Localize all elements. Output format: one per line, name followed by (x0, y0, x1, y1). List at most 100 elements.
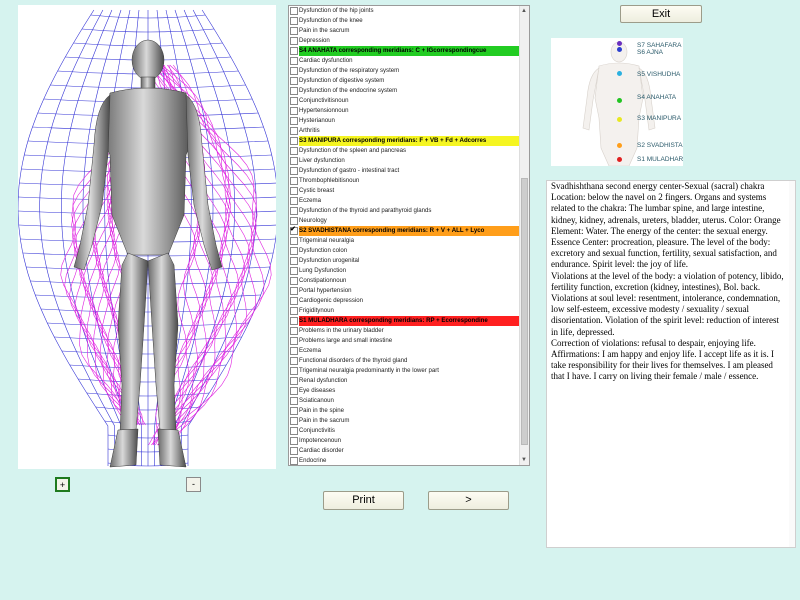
exit-button[interactable]: Exit (620, 5, 702, 23)
scroll-down-arrow-icon[interactable]: ▼ (521, 457, 527, 463)
condition-item[interactable]: Liver dysfunction (289, 156, 520, 166)
condition-item[interactable]: Constipationnoun (289, 276, 520, 286)
zoom-in-button[interactable]: + (55, 477, 70, 492)
condition-checkbox[interactable] (290, 337, 298, 345)
condition-checkbox[interactable] (290, 397, 298, 405)
condition-item[interactable]: Pain in the sacrum (289, 416, 520, 426)
condition-item[interactable]: Cardiac dysfunction (289, 56, 520, 66)
condition-checkbox[interactable] (290, 317, 298, 325)
chakra-group-header[interactable]: S4 ANAHATA corresponding meridians: C + … (289, 46, 520, 56)
condition-checkbox[interactable] (290, 137, 298, 145)
condition-checkbox[interactable] (290, 327, 298, 335)
condition-item[interactable]: Eczema (289, 196, 520, 206)
condition-item[interactable]: Dysfunction of the respiratory system (289, 66, 520, 76)
condition-checkbox[interactable] (290, 187, 298, 195)
condition-item[interactable]: Hypertensionnoun (289, 106, 520, 116)
description-scrollbar[interactable] (789, 181, 795, 547)
condition-item[interactable]: Neurology (289, 216, 520, 226)
condition-checkbox[interactable] (290, 207, 298, 215)
chakra-group-header[interactable]: S1 MULADHARA corresponding meridians: RP… (289, 316, 520, 326)
condition-checkbox[interactable] (290, 107, 298, 115)
condition-item[interactable]: Pain in the spine (289, 406, 520, 416)
condition-item[interactable]: Dysfunction of the endocrine system (289, 86, 520, 96)
condition-item[interactable]: Cardiogenic depression (289, 296, 520, 306)
condition-item[interactable]: Trigeminal neuralgia (289, 236, 520, 246)
condition-item[interactable]: Dysfunction urogenital (289, 256, 520, 266)
condition-checkbox[interactable] (290, 347, 298, 355)
condition-checkbox[interactable] (290, 157, 298, 165)
print-button[interactable]: Print (323, 491, 404, 510)
condition-checkbox[interactable] (290, 217, 298, 225)
condition-checkbox[interactable] (290, 357, 298, 365)
condition-item[interactable]: Dysfunction of digestive system (289, 76, 520, 86)
condition-item[interactable]: Dysfunction of the thyroid and parathyro… (289, 206, 520, 216)
condition-item[interactable]: Pain in the sacrum (289, 26, 520, 36)
condition-item[interactable]: Cystic breast (289, 186, 520, 196)
condition-item[interactable]: Conjunctivitis (289, 426, 520, 436)
condition-item[interactable]: Portal hypertension (289, 286, 520, 296)
condition-checkbox[interactable] (290, 197, 298, 205)
condition-checkbox[interactable] (290, 37, 298, 45)
condition-checkbox[interactable] (290, 417, 298, 425)
condition-item[interactable]: Endocrine (289, 456, 520, 465)
condition-checkbox[interactable] (290, 287, 298, 295)
chakra-description-box[interactable]: Svadhishthana second energy center-Sexua… (546, 180, 796, 548)
condition-checkbox[interactable] (290, 407, 298, 415)
condition-item[interactable]: Dysfunction of the spleen and pancreas (289, 146, 520, 156)
chakra-group-header[interactable]: S3 MANIPURA corresponding meridians: F +… (289, 136, 520, 146)
chakra-group-header[interactable]: S2 SVADHISTANA corresponding meridians: … (289, 225, 520, 236)
condition-checkbox[interactable] (290, 17, 298, 25)
condition-checkbox[interactable] (290, 427, 298, 435)
condition-checkbox[interactable] (290, 7, 298, 15)
next-button[interactable]: > (428, 491, 509, 510)
body-figure-view[interactable] (18, 5, 276, 469)
condition-item[interactable]: Dysfunction of the hip joints (289, 6, 520, 16)
condition-checkbox[interactable] (290, 377, 298, 385)
zoom-out-button[interactable]: - (186, 477, 201, 492)
condition-item[interactable]: Dysfunction of the knee (289, 16, 520, 26)
condition-checkbox[interactable] (290, 367, 298, 375)
condition-item[interactable]: Cardiac disorder (289, 446, 520, 456)
condition-checkbox[interactable] (290, 237, 298, 245)
condition-item[interactable]: Eye diseases (289, 386, 520, 396)
condition-item[interactable]: Dysfunction colon (289, 246, 520, 256)
condition-checkbox[interactable] (290, 387, 298, 395)
condition-checkbox[interactable] (290, 447, 298, 455)
condition-checkbox[interactable] (290, 117, 298, 125)
scroll-thumb[interactable] (521, 178, 528, 445)
condition-checkbox[interactable] (290, 57, 298, 65)
checklist-scrollbar[interactable]: ▲ ▼ (519, 6, 529, 465)
condition-item[interactable]: Trigeminal neuralgia predominantly in th… (289, 366, 520, 376)
condition-item[interactable]: Arthritis (289, 126, 520, 136)
condition-checkbox[interactable] (290, 77, 298, 85)
condition-checkbox[interactable] (290, 47, 298, 55)
condition-item[interactable]: Conjunctivitisnoun (289, 96, 520, 106)
condition-checkbox[interactable] (290, 147, 298, 155)
condition-item[interactable]: Dysfunction of gastro - intestinal tract (289, 166, 520, 176)
condition-checkbox[interactable] (290, 247, 298, 255)
condition-checkbox[interactable] (290, 457, 298, 465)
condition-checkbox[interactable] (290, 27, 298, 35)
condition-item[interactable]: Thrombophlebitisnoun (289, 176, 520, 186)
condition-item[interactable]: Renal dysfunction (289, 376, 520, 386)
condition-checkbox[interactable] (290, 97, 298, 105)
condition-item[interactable]: Impotencenoun (289, 436, 520, 446)
condition-checkbox[interactable] (290, 437, 298, 445)
condition-item[interactable]: Hysterianoun (289, 116, 520, 126)
scroll-up-arrow-icon[interactable]: ▲ (521, 8, 527, 14)
condition-item[interactable]: Sciaticanoun (289, 396, 520, 406)
condition-item[interactable]: Lung Dysfunction (289, 266, 520, 276)
condition-checkbox[interactable] (290, 257, 298, 265)
condition-item[interactable]: Frigiditynoun (289, 306, 520, 316)
condition-checkbox[interactable] (290, 225, 298, 235)
condition-item[interactable]: Depression (289, 36, 520, 46)
condition-checkbox[interactable] (290, 67, 298, 75)
condition-item[interactable]: Problems in the urinary bladder (289, 326, 520, 336)
condition-checkbox[interactable] (290, 297, 298, 305)
condition-checkbox[interactable] (290, 267, 298, 275)
condition-checkbox[interactable] (290, 177, 298, 185)
condition-checkbox[interactable] (290, 167, 298, 175)
condition-checkbox[interactable] (290, 307, 298, 315)
condition-item[interactable]: Problems large and small intestine (289, 336, 520, 346)
condition-checkbox[interactable] (290, 87, 298, 95)
